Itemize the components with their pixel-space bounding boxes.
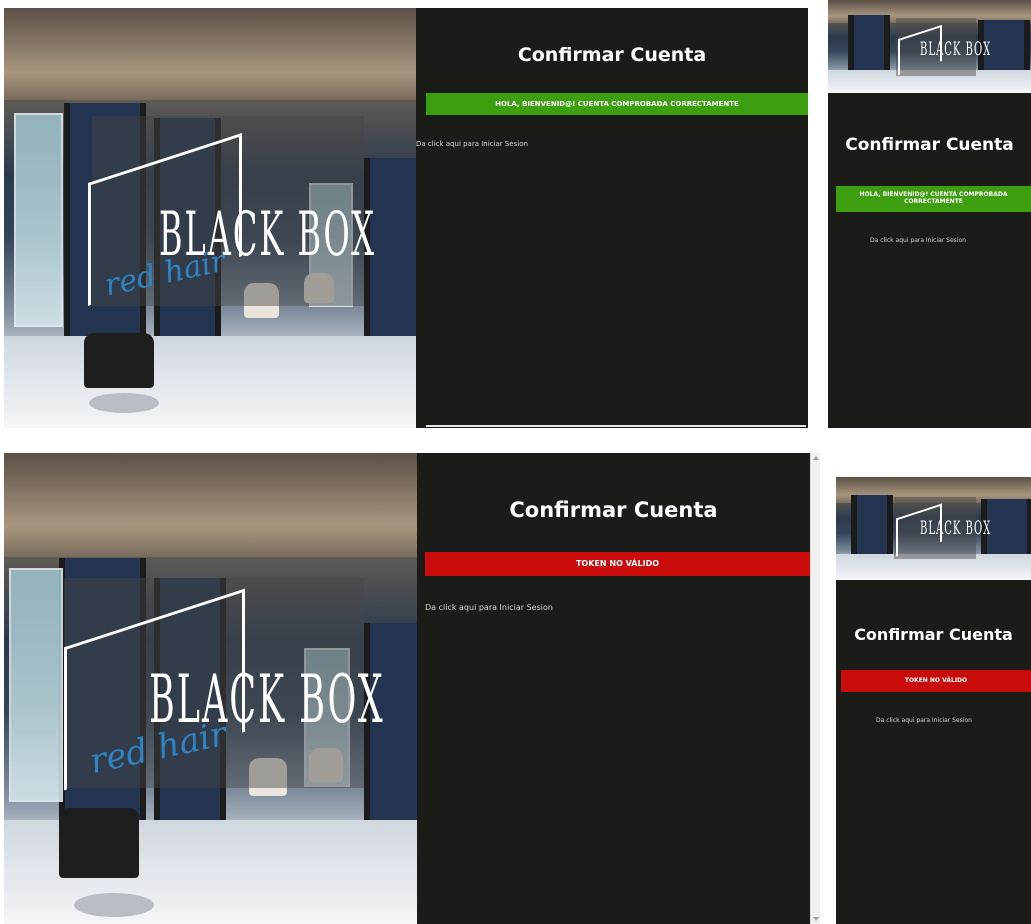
page-title: Confirmar Cuenta bbox=[854, 625, 1013, 644]
logo-main-text: BLACK BOX bbox=[920, 519, 992, 540]
salon-chair bbox=[84, 333, 154, 388]
screen-success-mobile: BLACK BOX Confirmar Cuenta HOLA, BIENVEN… bbox=[828, 0, 1031, 428]
divider bbox=[426, 425, 806, 427]
confirm-panel: Confirmar Cuenta TOKEN NO VÁLIDO Da clic… bbox=[836, 580, 1031, 924]
status-alert: TOKEN NO VÁLIDO bbox=[425, 552, 810, 576]
screen-success-desktop: BLACK BOX red hair Confirmar Cuenta HOLA… bbox=[4, 8, 808, 428]
scroll-up-icon[interactable] bbox=[813, 456, 819, 460]
status-alert: TOKEN NO VÁLIDO bbox=[841, 670, 1031, 692]
login-link[interactable]: Da click aqui para Iniciar Sesion bbox=[416, 140, 528, 148]
scroll-down-icon[interactable] bbox=[813, 917, 819, 921]
status-alert: HOLA, BIENVENID@! CUENTA COMPROBADA CORR… bbox=[836, 186, 1031, 212]
login-link[interactable]: Da click aqui para Iniciar Sesion bbox=[876, 717, 972, 724]
scrollbar[interactable] bbox=[810, 453, 820, 924]
screen-error-mobile: BLACK BOX Confirmar Cuenta TOKEN NO VÁLI… bbox=[836, 477, 1031, 924]
floor bbox=[4, 335, 416, 428]
ceiling bbox=[4, 8, 416, 101]
ceiling bbox=[4, 453, 417, 557]
salon-photo: BLACK BOX bbox=[828, 0, 1031, 93]
salon-photo: BLACK BOX bbox=[836, 477, 1031, 580]
page-title: Confirmar Cuenta bbox=[845, 135, 1014, 155]
window bbox=[848, 15, 890, 75]
mirror bbox=[14, 113, 63, 327]
screen-error-desktop: BLACK BOX red hair Confirmar Cuenta TOKE… bbox=[4, 453, 820, 924]
window bbox=[851, 495, 893, 560]
mirror bbox=[9, 568, 63, 802]
confirm-panel: Confirmar Cuenta HOLA, BIENVENID@! CUENT… bbox=[828, 93, 1031, 428]
salon-chair-base bbox=[74, 893, 154, 917]
salon-chair-base bbox=[89, 393, 159, 413]
confirm-panel: Confirmar Cuenta TOKEN NO VÁLIDO Da clic… bbox=[417, 453, 810, 924]
page-title: Confirmar Cuenta bbox=[509, 498, 718, 522]
status-alert: HOLA, BIENVENID@! CUENTA COMPROBADA CORR… bbox=[426, 93, 808, 115]
salon-photo: BLACK BOX red hair bbox=[4, 453, 417, 924]
confirm-panel: Confirmar Cuenta HOLA, BIENVENID@! CUENT… bbox=[416, 8, 808, 428]
login-link[interactable]: Da click aqui para Iniciar Sesion bbox=[870, 237, 966, 244]
salon-photo: BLACK BOX red hair bbox=[4, 8, 416, 428]
salon-chair bbox=[59, 808, 139, 878]
login-link[interactable]: Da click aqui para Iniciar Sesion bbox=[425, 603, 553, 612]
logo-main-text: BLACK BOX bbox=[920, 40, 992, 61]
page-title: Confirmar Cuenta bbox=[517, 44, 707, 66]
